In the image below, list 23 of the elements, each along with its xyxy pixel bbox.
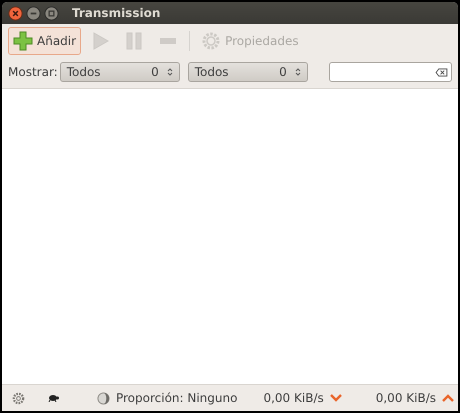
add-button[interactable]: Añadir [8,27,82,55]
ratio-icon[interactable] [96,392,110,404]
filter-dropdown[interactable]: Todos 0 [188,62,308,82]
minimize-button[interactable] [26,6,41,20]
chevron-down-icon [330,394,342,402]
close-button[interactable] [8,6,23,20]
show-label: Mostrar: [8,65,58,79]
clear-icon[interactable] [435,68,448,76]
gear-icon[interactable] [12,392,25,404]
pause-icon [124,31,144,51]
download-speed: 0,00 KiB/s [263,391,324,405]
plus-icon [13,31,33,51]
spinner-arrows-icon [294,67,301,77]
spinner-arrows-icon [166,67,173,77]
chevron-up-icon [442,394,454,402]
ratio-text: Proporción: Ninguno [116,391,238,405]
search-field[interactable] [329,62,452,82]
window-title: Transmission [72,6,160,20]
maximize-button[interactable] [44,6,59,20]
turtle-icon[interactable] [47,394,59,402]
gear-icon [201,31,222,51]
upload-speed: 0,00 KiB/s [376,391,436,405]
filter-dropdown[interactable]: Todos 0 [60,62,180,82]
